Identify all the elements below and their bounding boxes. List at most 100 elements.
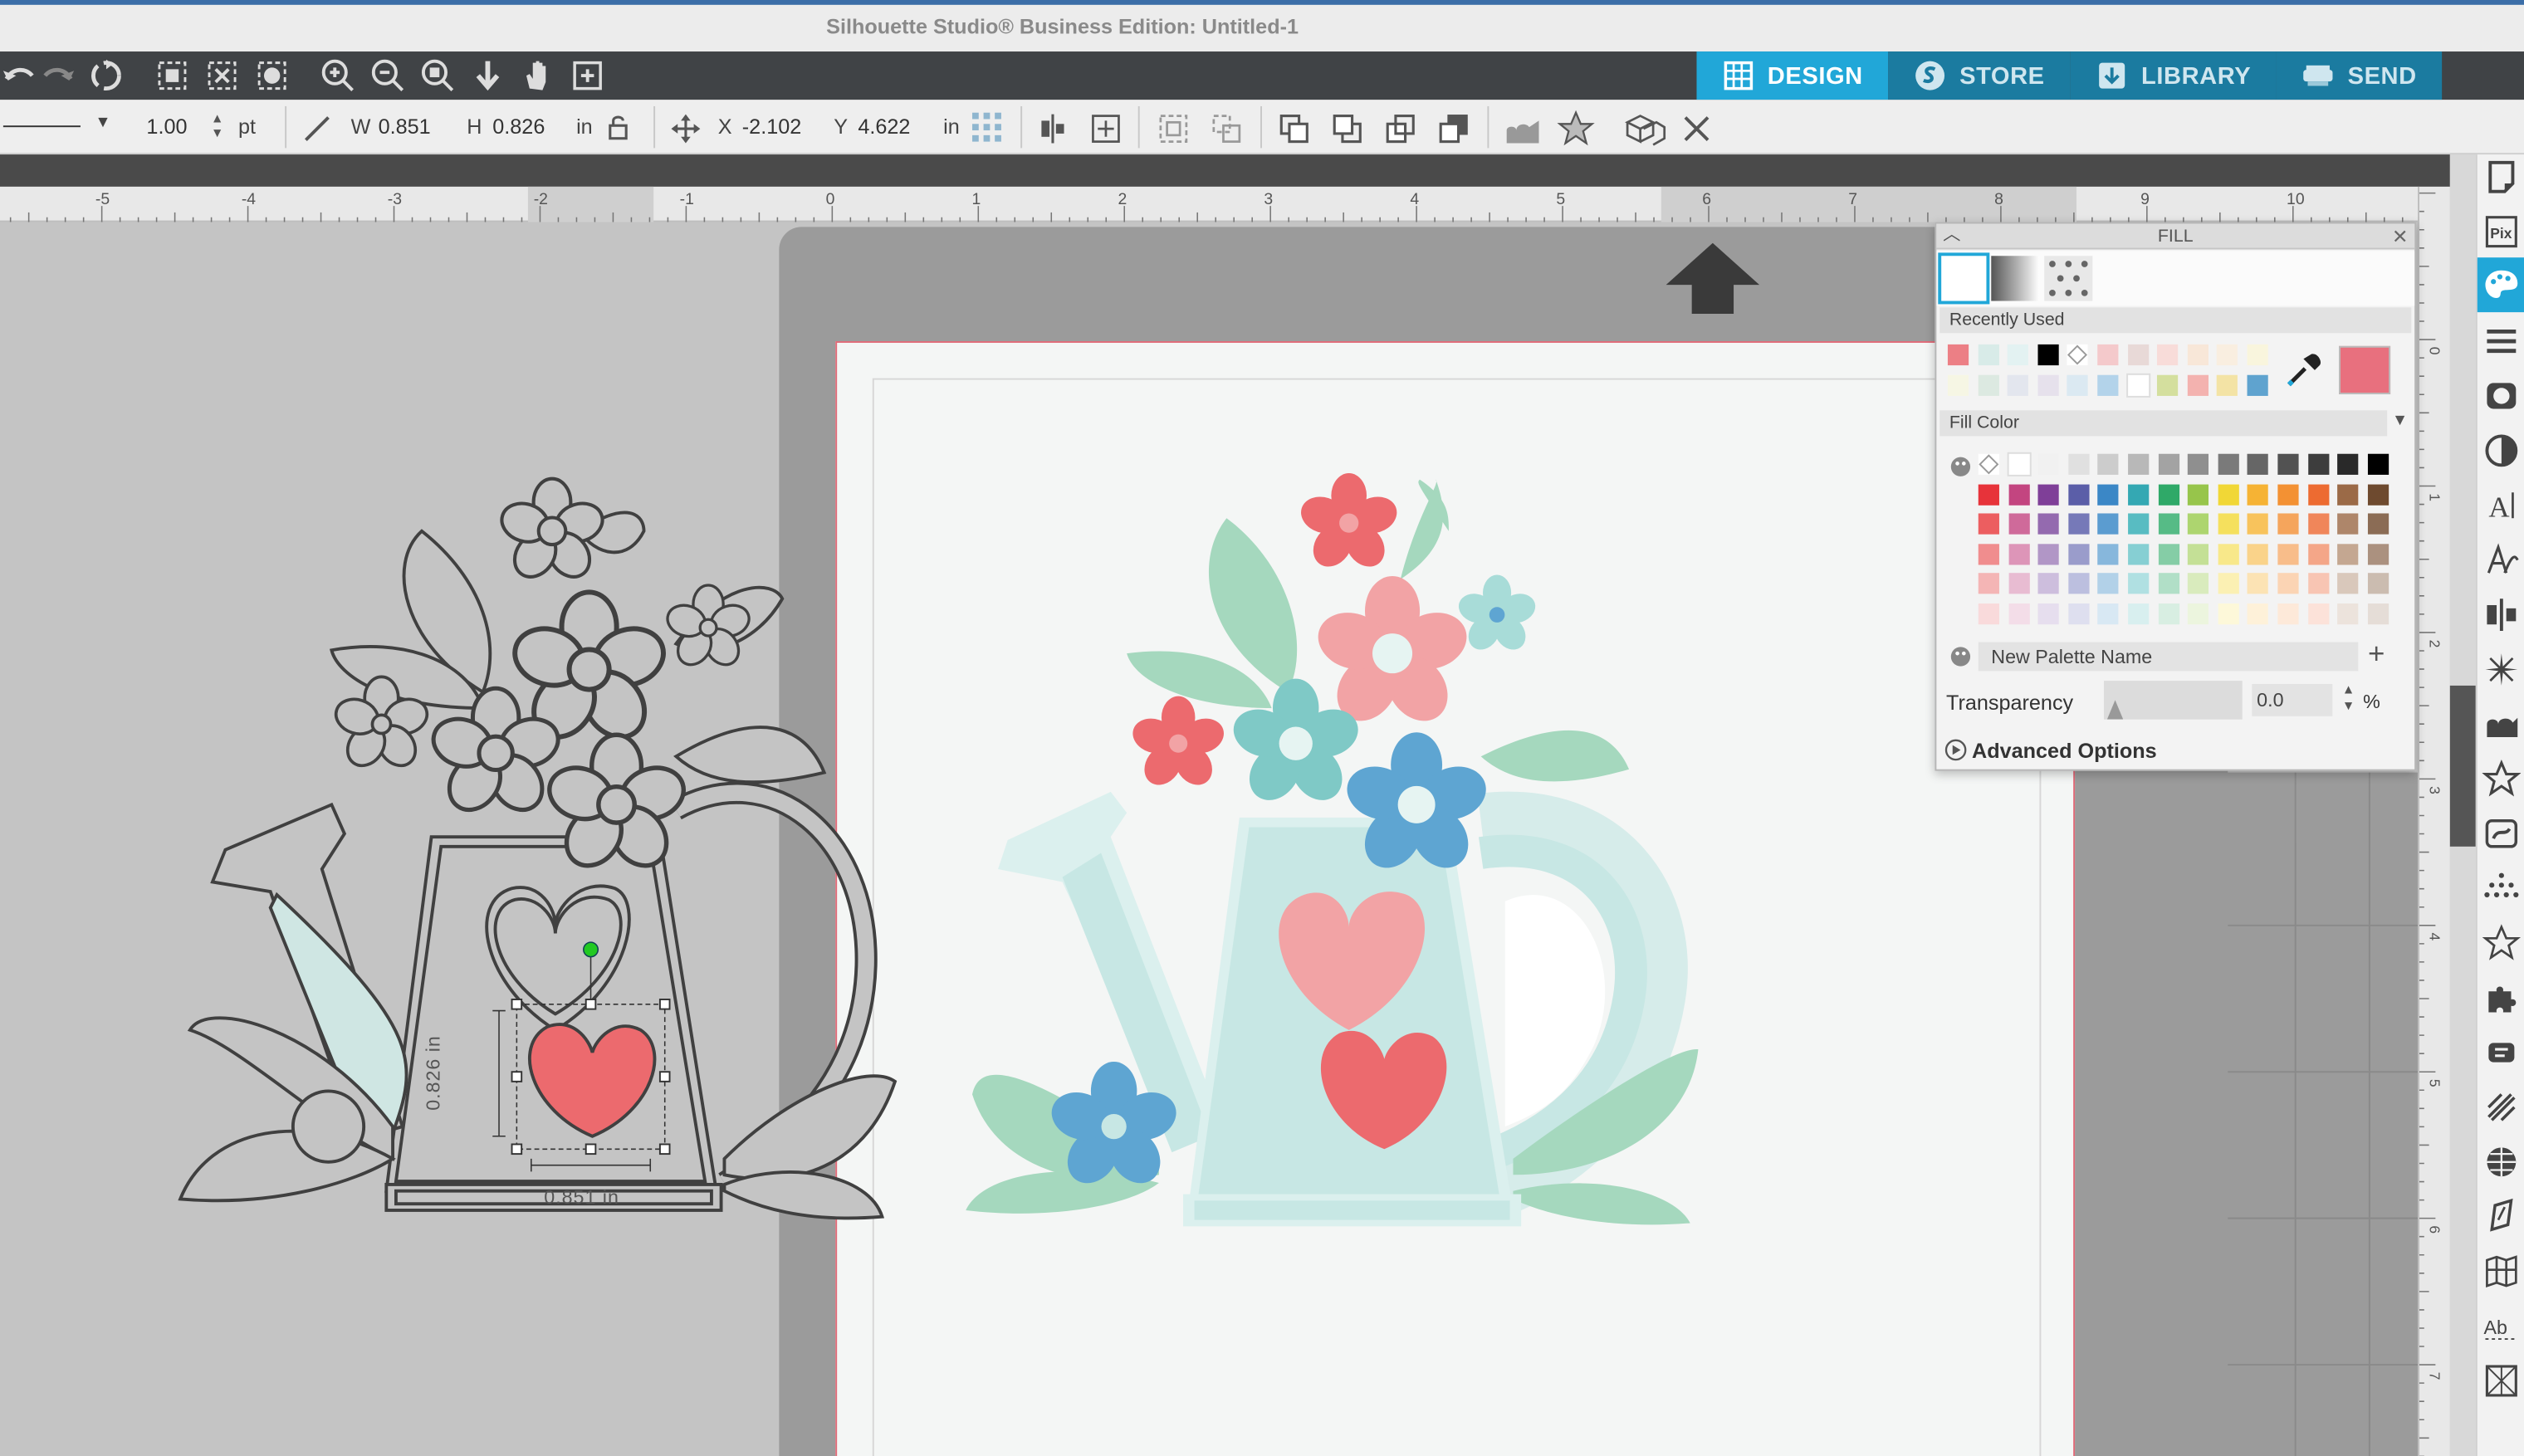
recent-color-swatch[interactable] [2125,373,2150,398]
trace-icon[interactable] [2482,814,2522,853]
fill-color-swatch[interactable] [2128,453,2150,475]
fit-to-page-icon[interactable] [468,56,507,95]
fill-color-swatch[interactable] [2008,513,2030,535]
recent-color-swatch[interactable] [2157,374,2179,396]
transparency-icon[interactable] [2482,432,2522,471]
recent-color-swatch[interactable] [2008,374,2029,396]
fill-color-swatch[interactable] [2218,513,2239,535]
fill-color-swatch[interactable] [2367,603,2389,625]
width-input[interactable]: 0.851 [374,113,454,142]
rhinestone-star-icon[interactable] [2482,924,2522,963]
undo-icon[interactable] [0,56,39,95]
recent-color-swatch[interactable] [1977,374,1999,396]
fill-color-swatch[interactable] [2218,543,2239,565]
fill-color-swatch[interactable] [1978,573,1999,595]
transparency-input[interactable]: 0.0 [2252,683,2333,716]
tab-store[interactable]: STORE [1888,51,2071,100]
pan-hand-icon[interactable] [518,56,557,95]
tab-library[interactable]: LIBRARY [2070,51,2277,100]
text-style-icon[interactable]: A [2482,486,2522,525]
recent-color-swatch[interactable] [1947,344,1969,366]
fill-color-swatch[interactable] [2128,483,2150,505]
fill-color-swatch[interactable] [2367,543,2389,565]
text-to-path-icon[interactable] [2482,540,2522,579]
fill-color-swatch[interactable] [2097,453,2120,475]
watering-can-colored[interactable] [966,473,1699,1227]
recent-color-swatch[interactable] [2008,344,2029,366]
fill-color-swatch[interactable] [2307,603,2329,625]
fill-color-swatch[interactable] [2218,483,2239,505]
align-panel-icon[interactable] [2482,595,2522,634]
emboss-icon[interactable] [2482,1197,2522,1236]
fill-color-swatch[interactable] [2037,513,2060,535]
horizontal-ruler[interactable]: -5 -4 -3 -2 -1 0 1 2 3 4 5 6 7 8 9 10 [0,186,2419,222]
fill-color-swatch[interactable] [2006,452,2031,476]
send-backward-icon[interactable] [1382,111,1418,147]
recent-color-swatch[interactable] [2157,344,2179,366]
shadow-icon[interactable] [2482,377,2522,416]
expand-triangle-icon[interactable] [1944,739,1967,761]
fill-color-swatch[interactable] [2337,453,2359,475]
fill-color-swatch[interactable] [2128,573,2150,595]
fill-color-swatch[interactable] [2037,573,2060,595]
library-tags-icon[interactable] [2482,1033,2522,1072]
fill-color-swatch[interactable] [2158,453,2179,475]
hatch-icon[interactable] [2482,1088,2522,1127]
vertical-scrollbar[interactable] [2449,154,2476,1456]
zoom-in-icon[interactable] [319,56,358,95]
close-x-icon[interactable] [1679,111,1714,147]
fill-color-swatch[interactable] [2337,483,2359,505]
fill-color-swatch[interactable] [2188,483,2209,505]
fill-color-swatch[interactable] [2008,483,2030,505]
solid-fill-tab[interactable] [1938,252,1990,305]
current-color-swatch[interactable] [2339,345,2391,395]
deselect-icon[interactable] [203,56,242,95]
redraw-icon[interactable] [87,56,126,95]
zoom-select-icon[interactable] [418,56,457,95]
warp-icon[interactable] [2482,1252,2522,1291]
fill-color-swatch[interactable] [2037,603,2060,625]
fill-color-swatch[interactable] [2128,603,2150,625]
fill-color-swatch[interactable] [2008,543,2030,565]
fill-color-swatch[interactable] [2277,603,2299,625]
fill-color-swatch[interactable] [2218,453,2239,475]
fill-color-swatch[interactable] [2128,513,2150,535]
zoom-out-icon[interactable] [369,56,408,95]
recent-color-swatch[interactable] [2187,344,2208,366]
fill-color-swatch[interactable] [2158,543,2179,565]
bring-to-front-icon[interactable] [1276,111,1312,147]
fill-color-swatch[interactable] [2367,513,2389,535]
fill-color-swatch[interactable] [2307,453,2329,475]
puzzle-icon[interactable] [2482,979,2522,1018]
recent-color-swatch[interactable] [2067,344,2089,366]
recent-color-swatch[interactable] [2247,344,2268,366]
palette-icon[interactable] [1949,456,1972,478]
redo-icon[interactable] [39,56,78,95]
page-setup-icon[interactable] [2482,158,2522,197]
fill-color-swatch[interactable] [2188,453,2209,475]
select-all-icon[interactable] [153,56,192,95]
3d-shapes-icon[interactable] [1621,110,1666,149]
sketch-icon[interactable] [2482,869,2522,908]
replicate-icon[interactable] [2482,650,2522,689]
ungroup-icon[interactable] [1209,111,1245,147]
fill-color-swatch[interactable] [2158,513,2179,535]
fill-color-swatch[interactable] [2158,483,2179,505]
fill-color-swatch[interactable] [2097,543,2120,565]
modify-icon[interactable] [2482,705,2522,744]
fill-color-swatch[interactable] [2067,543,2090,565]
fill-color-swatch[interactable] [2248,483,2269,505]
select-by-color-icon[interactable] [252,56,291,95]
fill-color-swatch[interactable] [1978,603,1999,625]
new-palette-name-input[interactable]: New Palette Name [1978,642,2359,672]
fill-color-swatch[interactable] [1978,513,1999,535]
rotate-handle[interactable] [583,941,599,958]
fill-color-swatch[interactable] [2188,603,2209,625]
fill-color-swatch[interactable] [2248,603,2269,625]
advanced-options-label[interactable]: Advanced Options [1972,739,2157,763]
fill-color-swatch[interactable] [2277,573,2299,595]
fill-color-swatch[interactable] [2307,573,2329,595]
fill-color-swatch[interactable] [2218,573,2239,595]
close-panel-icon[interactable]: ✕ [2392,223,2409,249]
fill-color-swatch[interactable] [2037,483,2060,505]
